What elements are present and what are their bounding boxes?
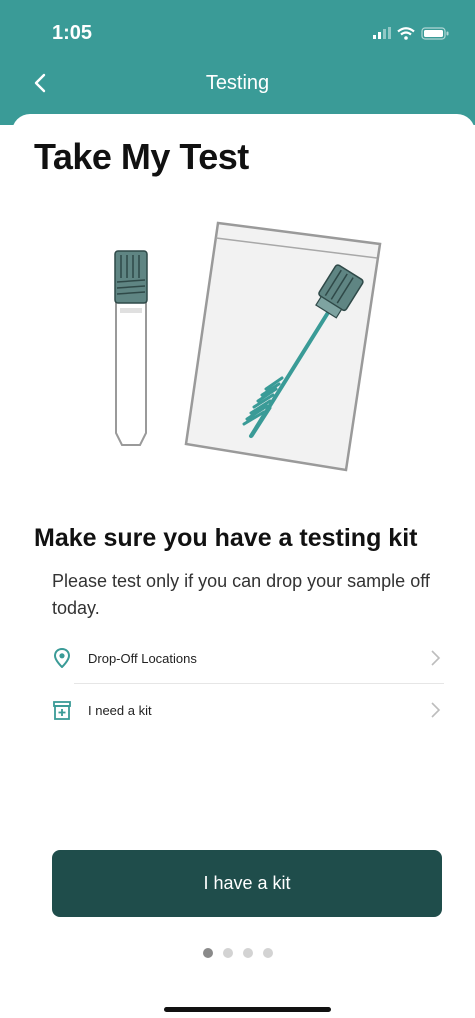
swab-bag-image — [184, 221, 382, 472]
list-divider — [74, 683, 444, 684]
page-dot[interactable] — [222, 948, 233, 958]
wifi-icon — [397, 26, 415, 40]
page-dot[interactable] — [242, 948, 253, 958]
header-title: Testing — [205, 72, 270, 94]
page-dot[interactable] — [262, 948, 273, 958]
location-pin-icon — [52, 648, 72, 668]
page-title: Take My Test — [34, 136, 249, 177]
have-kit-button[interactable]: I have a kit — [52, 850, 442, 917]
page-indicator — [0, 948, 475, 958]
status-icons — [373, 24, 449, 42]
testing-kit-illustration — [114, 221, 382, 472]
section-title: Make sure you have a testing kit — [34, 524, 418, 552]
list-item-label: I need a kit — [88, 702, 152, 718]
medical-kit-icon — [52, 700, 72, 720]
chevron-right-icon — [431, 702, 441, 718]
sample-tube-image — [114, 250, 148, 446]
signal-icon — [373, 27, 391, 39]
battery-icon — [421, 26, 449, 40]
home-indicator — [164, 1007, 331, 1012]
list-item-label: Drop-Off Locations — [88, 650, 197, 666]
app-header: 1:05 Testing — [0, 0, 475, 125]
list-item-drop-off-locations[interactable]: Drop-Off Locations — [52, 634, 442, 682]
status-time: 1:05 — [52, 22, 93, 44]
page-dot-active[interactable] — [202, 948, 213, 958]
section-description: Please test only if you can drop your sa… — [52, 571, 430, 618]
list-item-need-kit[interactable]: I need a kit — [52, 686, 442, 734]
chevron-right-icon — [431, 650, 441, 666]
